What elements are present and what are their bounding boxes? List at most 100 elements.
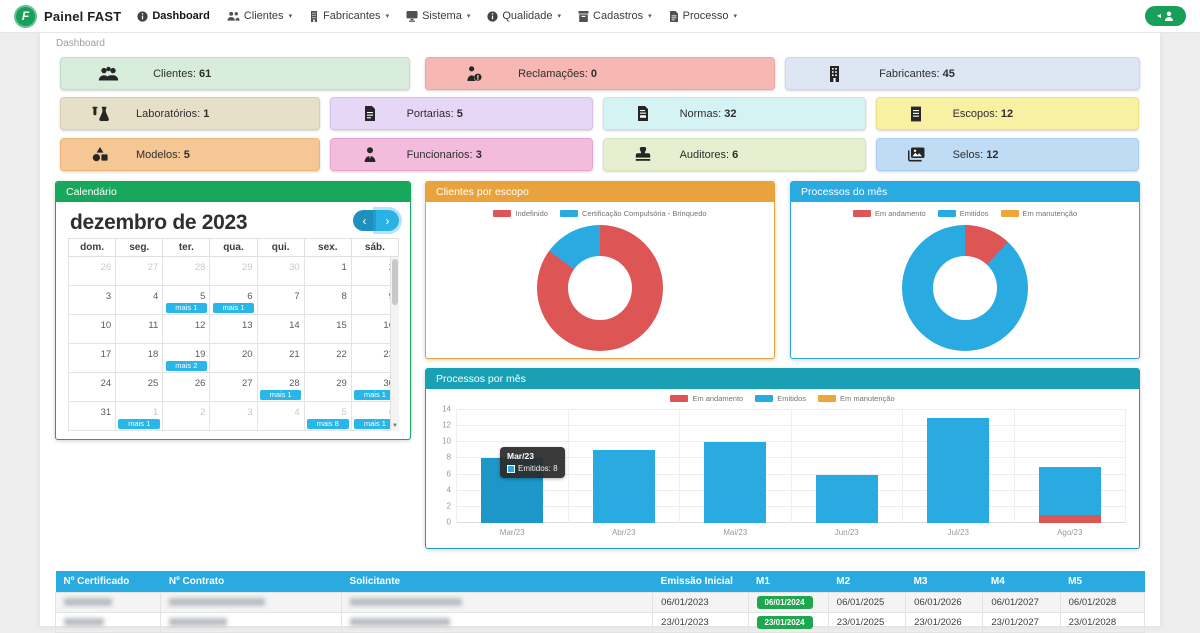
- col-m2[interactable]: M2: [828, 571, 905, 593]
- escopo-doughnut-chart[interactable]: [537, 225, 663, 351]
- col-solicitante[interactable]: Solicitante: [342, 571, 653, 593]
- calendar-day-cell[interactable]: 31: [69, 402, 116, 431]
- calendar-more-badge[interactable]: mais 1: [213, 303, 255, 313]
- calendar-more-badge[interactable]: mais 2: [166, 361, 208, 371]
- legend-item-emitidos[interactable]: Emitidos: [938, 209, 989, 218]
- m2-cell: 23/01/2025: [828, 613, 905, 633]
- calendar-more-badge[interactable]: mais 1: [166, 303, 208, 313]
- user-account-button[interactable]: ◂: [1145, 6, 1186, 26]
- stat-card-portarias[interactable]: Portarias: 5: [330, 97, 593, 130]
- calendar-day-cell[interactable]: 19mais 2: [163, 344, 210, 373]
- stat-card-reclamacoes[interactable]: Reclamações: 0: [425, 57, 775, 90]
- calendar-prev-button[interactable]: ‹: [353, 210, 376, 231]
- bar-jun-23[interactable]: Jun/23: [792, 410, 904, 523]
- calendar-day-cell[interactable]: 15: [304, 315, 351, 344]
- calendar-day-cell[interactable]: 17: [69, 344, 116, 373]
- clientes-por-escopo-panel: Clientes por escopo Indefinido Certifica…: [425, 181, 775, 359]
- processos-mes-doughnut-chart[interactable]: [902, 225, 1028, 351]
- col-m4[interactable]: M4: [983, 571, 1060, 593]
- table-row[interactable]: 23/01/2023 23/01/2024 23/01/2025 23/01/2…: [56, 613, 1145, 633]
- stat-card-normas[interactable]: Normas: 32: [603, 97, 866, 130]
- bar-abr-23[interactable]: Abr/23: [569, 410, 681, 523]
- stat-card-escopos[interactable]: Escopos: 12: [876, 97, 1139, 130]
- stat-card-clientes[interactable]: Clientes: 61: [60, 57, 410, 90]
- stat-card-auditores[interactable]: Auditores: 6: [603, 138, 866, 171]
- col-m1[interactable]: M1: [748, 571, 828, 593]
- scrollbar-down-arrow[interactable]: ▼: [391, 421, 399, 431]
- table-row[interactable]: 06/01/2023 06/01/2024 06/01/2025 06/01/2…: [56, 593, 1145, 613]
- calendar-day-cell[interactable]: 18: [116, 344, 163, 373]
- col-certificado[interactable]: Nº Certificado: [56, 571, 161, 593]
- legend-item-emitidos[interactable]: Emitidos: [755, 394, 806, 403]
- calendar-more-badge[interactable]: mais 1: [260, 390, 302, 400]
- bar-jul-23[interactable]: Jul/23: [903, 410, 1015, 523]
- calendar-day-number: 11: [148, 318, 162, 331]
- col-m3[interactable]: M3: [906, 571, 983, 593]
- calendar-day-cell[interactable]: 27: [210, 373, 257, 402]
- legend-item-em-andamento[interactable]: Em andamento: [853, 209, 926, 218]
- calendar-day-cell[interactable]: 22: [304, 344, 351, 373]
- calendar-day-cell[interactable]: 28: [163, 257, 210, 286]
- legend-item-indefinido[interactable]: Indefinido: [493, 209, 548, 218]
- calendar-day-cell[interactable]: 1: [304, 257, 351, 286]
- nav-item-cadastros[interactable]: Cadastros▾: [578, 10, 652, 22]
- legend-item-em-manutencao[interactable]: Em manutenção: [1001, 209, 1078, 218]
- calendar-day-cell[interactable]: 14: [257, 315, 304, 344]
- calendar-day-cell[interactable]: 26: [69, 257, 116, 286]
- nav-item-processo[interactable]: Processo▾: [669, 10, 737, 22]
- legend-item-certificacao[interactable]: Certificação Compulsória - Brinquedo: [560, 209, 707, 218]
- calendar-day-cell[interactable]: 30: [257, 257, 304, 286]
- calendar-day-cell[interactable]: 24: [69, 373, 116, 402]
- nav-item-fabricantes[interactable]: Fabricantes▾: [309, 10, 389, 22]
- nav-item-clientes[interactable]: Clientes▾: [227, 10, 292, 22]
- calendar-day-cell[interactable]: 1mais 1: [116, 402, 163, 431]
- calendar-scrollbar[interactable]: ▼: [390, 257, 399, 431]
- stat-card-funcionarios[interactable]: Funcionarios: 3: [330, 138, 593, 171]
- y-axis-tick-label: 2: [447, 501, 451, 510]
- legend-item-em-andamento[interactable]: Em andamento: [670, 394, 743, 403]
- bar-mai-23[interactable]: Mai/23: [680, 410, 792, 523]
- nav-item-sistema[interactable]: Sistema▾: [406, 10, 470, 22]
- calendar-day-cell[interactable]: 21: [257, 344, 304, 373]
- calendar-next-button[interactable]: ›: [376, 210, 399, 231]
- col-m5[interactable]: M5: [1060, 571, 1144, 593]
- m3-cell: 06/01/2026: [906, 593, 983, 613]
- calendar-day-cell[interactable]: 12: [163, 315, 210, 344]
- calendar-more-badge[interactable]: mais 8: [307, 419, 349, 429]
- col-contrato[interactable]: Nº Contrato: [161, 571, 342, 593]
- calendar-day-cell[interactable]: 7: [257, 286, 304, 315]
- calendar-day-cell[interactable]: 5mais 8: [304, 402, 351, 431]
- calendar-day-cell[interactable]: 20: [210, 344, 257, 373]
- calendar-day-cell[interactable]: 29: [304, 373, 351, 402]
- calendar-day-cell[interactable]: 2: [163, 402, 210, 431]
- calendar-day-cell[interactable]: 3: [210, 402, 257, 431]
- calendar-day-cell[interactable]: 26: [163, 373, 210, 402]
- y-axis-tick-label: 14: [442, 405, 451, 414]
- calendar-day-cell[interactable]: 5mais 1: [163, 286, 210, 315]
- stat-card-fabricantes[interactable]: Fabricantes: 45: [785, 57, 1140, 90]
- calendar-day-cell[interactable]: 27: [116, 257, 163, 286]
- col-emissao-inicial[interactable]: Emissão Inicial: [653, 571, 748, 593]
- calendar-day-cell[interactable]: 28mais 1: [257, 373, 304, 402]
- calendar-more-badge[interactable]: mais 1: [118, 419, 160, 429]
- calendar-day-cell[interactable]: 8: [304, 286, 351, 315]
- calendar-day-number: 13: [242, 318, 257, 331]
- nav-item-qualidade[interactable]: Qualidade▾: [487, 10, 561, 22]
- nav-item-dashboard[interactable]: Dashboard: [137, 10, 209, 22]
- stat-card-modelos[interactable]: Modelos: 5: [60, 138, 320, 171]
- calendar-day-cell[interactable]: 13: [210, 315, 257, 344]
- calendar-day-cell[interactable]: 3: [69, 286, 116, 315]
- bar-ago-23[interactable]: Ago/23: [1015, 410, 1127, 523]
- stat-card-selos[interactable]: Selos: 12: [876, 138, 1139, 171]
- calendar-day-cell[interactable]: 29: [210, 257, 257, 286]
- calendar-day-cell[interactable]: 4: [257, 402, 304, 431]
- calendar-day-cell[interactable]: 10: [69, 315, 116, 344]
- calendar-day-cell[interactable]: 6mais 1: [210, 286, 257, 315]
- calendar-day-cell[interactable]: 11: [116, 315, 163, 344]
- calendar-day-cell[interactable]: 4: [116, 286, 163, 315]
- brand[interactable]: F Painel FAST: [14, 5, 121, 28]
- legend-item-em-manutencao[interactable]: Em manutenção: [818, 394, 895, 403]
- scrollbar-thumb[interactable]: [392, 259, 398, 305]
- calendar-day-cell[interactable]: 25: [116, 373, 163, 402]
- stat-card-laboratorios[interactable]: Laboratórios: 1: [60, 97, 320, 130]
